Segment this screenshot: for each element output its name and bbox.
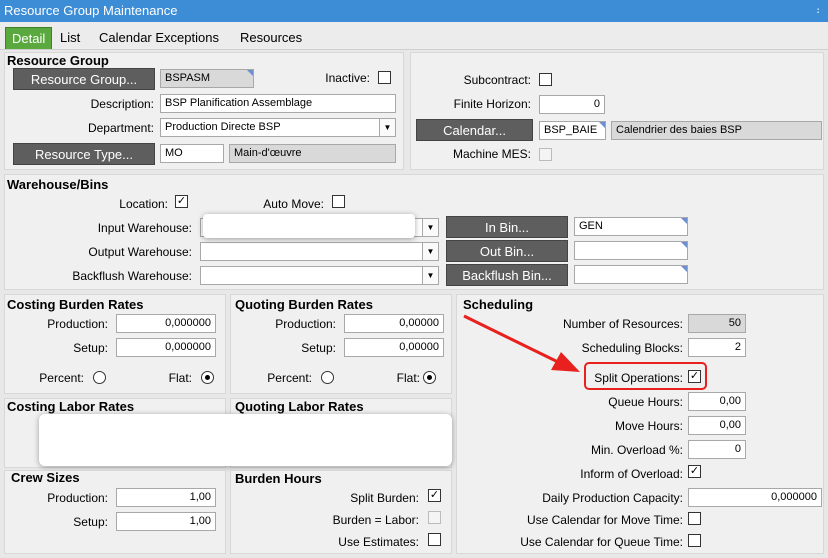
annotation-overlay [463,314,707,390]
arrow-line [463,314,559,364]
highlight-box [584,362,707,390]
